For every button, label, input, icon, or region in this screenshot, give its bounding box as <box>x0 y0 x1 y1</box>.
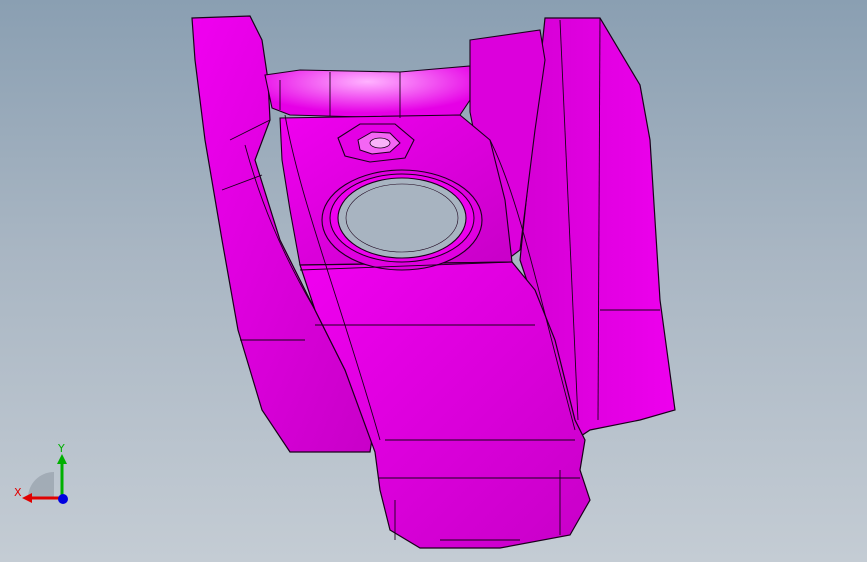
x-axis-arrow <box>22 493 32 503</box>
y-axis-arrow <box>57 454 67 464</box>
3d-viewport[interactable]: Y X <box>0 0 867 562</box>
z-axis-dot <box>58 494 68 504</box>
bracket-model[interactable] <box>0 0 867 562</box>
x-axis-label: X <box>14 486 22 499</box>
top-lip[interactable] <box>264 65 471 119</box>
y-axis-label: Y <box>57 442 65 455</box>
axis-triad: Y X <box>14 442 68 504</box>
mounting-hole[interactable] <box>321 169 483 271</box>
